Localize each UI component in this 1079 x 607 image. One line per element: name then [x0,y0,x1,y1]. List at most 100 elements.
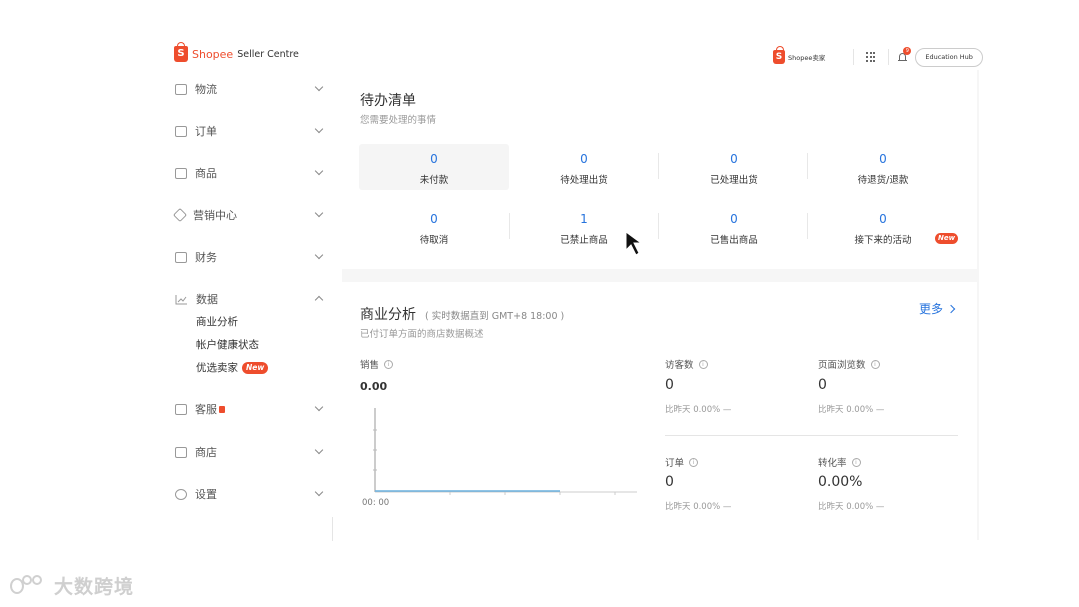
todo-value: 0 [430,152,438,166]
chevron-down-icon [314,124,324,134]
sidebar-item-marketing[interactable]: 营销中心 [172,204,330,226]
todo-value: 0 [879,212,887,226]
info-icon[interactable]: i [689,457,699,467]
page-views-value: 0 [818,377,827,393]
todo-unpaid[interactable]: 0 未付款 [359,144,509,190]
clipboard-icon [175,125,187,137]
todo-subtitle: 您需要处理的事情 [360,115,437,126]
sidebar-item-products[interactable]: 商品 [175,162,330,184]
chart-time-label: 00: 00 [362,498,390,508]
top-header: S Shopee Seller Centre S Shopee卖家 9 Educ… [0,0,1079,70]
sidebar-item-label: 营销中心 [193,209,237,222]
analytics-subtitle: 已付订单方面的商店数据概述 [360,329,484,340]
chevron-down-icon [314,250,324,260]
shopee-seller-logo[interactable]: S Shopee卖家 [773,46,825,64]
page-views-label: 页面浏览数 i [818,357,880,371]
subitem-label: 优选卖家 [196,362,238,374]
watermark: 大数跨境 [8,572,134,599]
orders-label: 订单 i [665,455,699,469]
sidebar-item-shop[interactable]: 商店 [175,441,330,463]
todo-label: 未付款 [419,175,449,186]
chevron-down-icon [314,82,324,92]
chevron-right-icon [946,304,956,313]
visitors-value: 0 [665,377,674,393]
sidebar-subitem-business-insights[interactable]: 商业分析 [196,314,238,329]
sidebar-item-data[interactable]: 数据 [175,288,330,310]
conversion-rate-compare: 比昨天 0.00% — [818,502,885,512]
sidebar-subitem-account-health[interactable]: 帐户健康状态 [196,337,259,352]
info-icon[interactable]: i [851,457,861,467]
shopee-seller-centre-logo[interactable]: S Shopee Seller Centre [174,42,299,62]
realtime-note: ( 实时数据直到 GMT+8 18:00 ) [425,311,565,322]
more-link[interactable]: 更多 [919,300,956,317]
chevron-down-icon [314,487,324,497]
store-icon [175,446,187,458]
todo-sold-out[interactable]: 0 已售出商品 [659,204,809,250]
metrics-divider [665,435,958,436]
metric-label-text: 订单 [665,458,685,469]
conversion-rate-label: 转化率 i [818,455,861,469]
todo-value: 0 [730,152,738,166]
metric-label-text: 页面浏览数 [818,360,866,371]
orders-value: 0 [665,474,674,490]
header-right-tools: S Shopee卖家 9 Education Hub [773,46,983,68]
apps-grid-icon[interactable] [866,52,876,62]
info-icon[interactable]: i [698,359,708,369]
todo-to-ship[interactable]: 0 待处理出货 [509,144,659,190]
chart-line-icon [175,294,187,304]
sidebar-subitem-preferred-seller[interactable]: 优选卖家 New [196,360,269,375]
notification-bell-icon[interactable]: 9 [897,47,912,64]
todo-label: 待退货/退款 [857,175,909,186]
todo-value: 0 [430,212,438,226]
logo-product: Seller Centre [237,48,299,60]
sidebar-item-label: 财务 [195,251,217,264]
subitem-label: 商业分析 [196,316,238,328]
sidebar-item-label: 数据 [196,293,218,306]
page-views-compare: 比昨天 0.00% — [818,405,885,415]
sidebar-item-settings[interactable]: 设置 [175,483,330,505]
todo-return-refund[interactable]: 0 待退货/退款 [808,144,958,190]
sales-chart [373,408,637,495]
sidebar-item-label: 设置 [195,488,217,501]
todo-shipped[interactable]: 0 已处理出货 [659,144,809,190]
sidebar-item-label: 商店 [195,446,217,459]
education-hub-button[interactable]: Education Hub [915,47,983,67]
sidebar-item-label: 客服 [195,403,217,416]
todo-upcoming-campaigns[interactable]: 0 接下来的活动 [808,204,958,250]
analytics-title: 商业分析 [360,307,416,323]
info-icon[interactable]: i [870,359,880,369]
info-icon[interactable]: i [384,359,394,369]
sidebar-item-finance[interactable]: 财务 [175,246,330,268]
todo-title: 待办清单 [360,93,416,109]
truck-icon [175,83,187,95]
sidebar-item-customer-service[interactable]: 客服 [175,398,330,420]
header-divider [888,49,890,65]
wallet-icon [175,251,187,263]
notification-badge: 9 [903,47,912,55]
more-label: 更多 [919,302,944,316]
sidebar-item-label: 物流 [195,83,217,96]
sidebar-item-logistics[interactable]: 物流 [175,78,330,100]
todo-value: 0 [580,152,588,166]
metric-label-text: 转化率 [818,458,847,469]
shopee-bag-icon: S [174,42,188,62]
shopee-bag-icon: S [773,46,785,64]
sidebar-divider [332,517,333,541]
sidebar-item-orders[interactable]: 订单 [175,120,330,142]
orders-compare: 比昨天 0.00% — [665,502,732,512]
header-divider [853,49,855,65]
chevron-down-icon [314,402,324,412]
box-icon [175,167,187,179]
chat-icon [175,403,187,415]
todo-label: 已处理出货 [710,175,758,186]
todo-cancellation[interactable]: 0 待取消 [359,204,509,250]
todo-value: 0 [730,212,738,226]
metric-label-text: 访客数 [665,360,694,371]
watermark-text: 大数跨境 [54,576,135,598]
tag-icon [172,207,188,223]
todo-label: 待处理出货 [560,175,608,186]
visitors-label: 访客数 i [665,357,708,371]
sales-value: 0.00 [360,380,388,393]
metric-label-text: 销售 [360,360,380,371]
todo-label: 已售出商品 [710,235,758,246]
